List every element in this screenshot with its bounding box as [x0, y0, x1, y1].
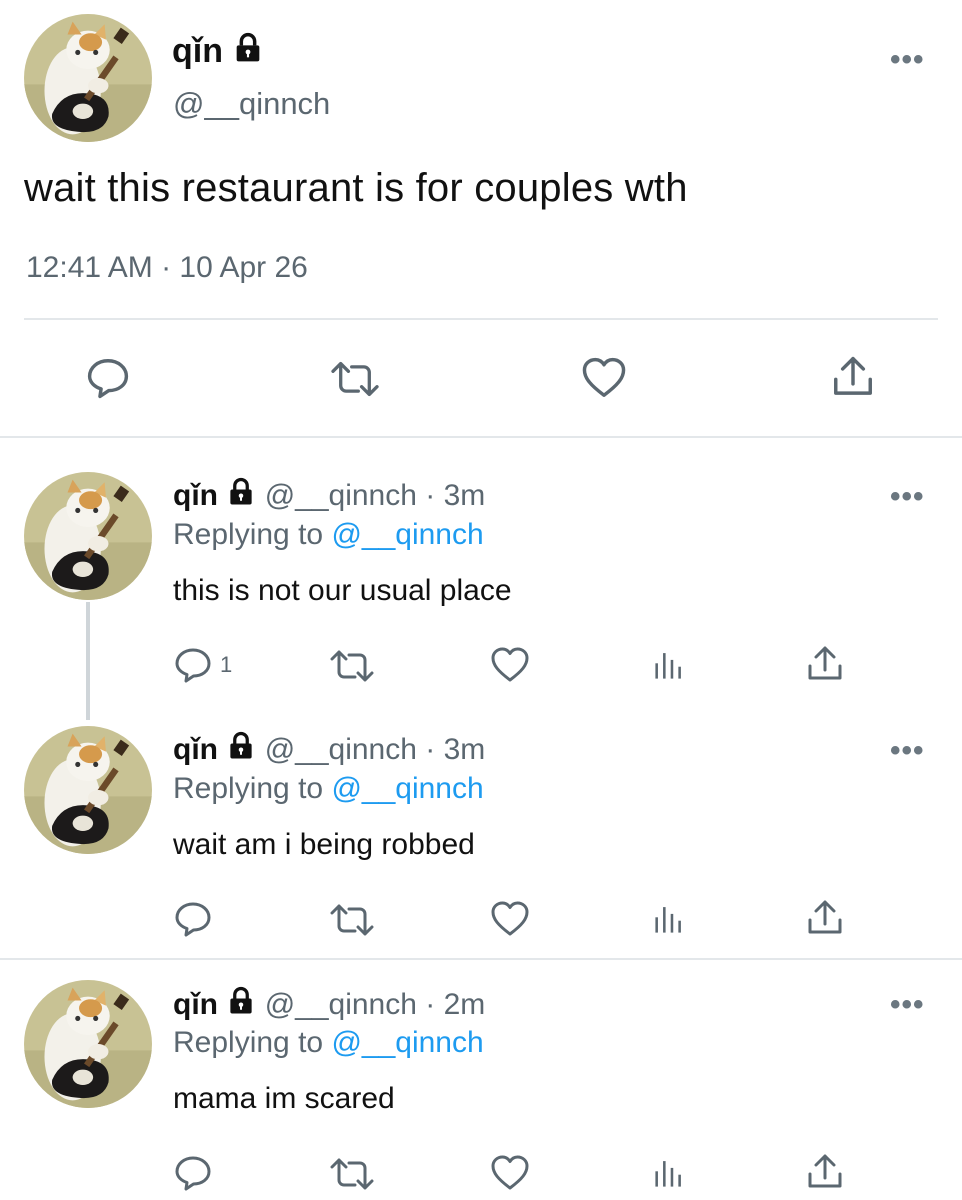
- mention-link[interactable]: @__qinnch: [331, 1026, 483, 1059]
- reply-count: 1: [220, 652, 233, 677]
- lock-icon: [226, 477, 256, 507]
- reply-text: this is not our usual place: [173, 574, 512, 607]
- stats-icon[interactable]: [652, 900, 686, 938]
- avatar[interactable]: [24, 14, 152, 142]
- display-name[interactable]: qǐn: [173, 988, 218, 1021]
- avatar[interactable]: [24, 472, 152, 600]
- display-name[interactable]: qǐn: [172, 32, 264, 71]
- replying-label: Replying to: [173, 518, 324, 551]
- handle-time[interactable]: @__qinnch · 3m: [265, 733, 486, 766]
- tweet-text: wait this restaurant is for couples wth: [24, 166, 688, 210]
- reply-text: wait am i being robbed: [173, 828, 475, 861]
- reply-header: qǐn @__qinnch · 3m: [173, 477, 485, 513]
- divider: [24, 318, 938, 320]
- reply-text: mama im scared: [173, 1082, 395, 1115]
- comment-icon[interactable]: [85, 355, 131, 401]
- retweet-icon[interactable]: [330, 357, 380, 401]
- handle-time[interactable]: @__qinnch · 2m: [265, 988, 486, 1021]
- retweet-icon[interactable]: [330, 646, 374, 686]
- like-icon[interactable]: [490, 1153, 530, 1193]
- like-icon[interactable]: [580, 355, 628, 401]
- retweet-icon[interactable]: [330, 1154, 374, 1194]
- divider: [0, 958, 962, 960]
- mention-link[interactable]: @__qinnch: [331, 772, 483, 805]
- timestamp[interactable]: 12:41 AM · 10 Apr 26: [26, 251, 308, 285]
- comment-icon[interactable]: [173, 1153, 213, 1193]
- reply-header: qǐn @__qinnch · 2m: [173, 986, 485, 1022]
- lock-icon: [226, 986, 256, 1016]
- display-name[interactable]: qǐn: [173, 733, 218, 766]
- display-name-text: qǐn: [172, 32, 223, 70]
- handle[interactable]: @__qinnch: [173, 86, 330, 122]
- stats-icon[interactable]: [652, 646, 686, 684]
- reply-header: qǐn @__qinnch · 3m: [173, 731, 485, 767]
- mention-link[interactable]: @__qinnch: [331, 518, 483, 551]
- avatar[interactable]: [24, 726, 152, 854]
- thread-line: [86, 602, 90, 720]
- handle-time[interactable]: @__qinnch · 3m: [265, 479, 486, 512]
- avatar[interactable]: [24, 980, 152, 1108]
- replying-to: Replying to @__qinnch: [173, 772, 484, 806]
- more-options-icon[interactable]: •••: [890, 990, 925, 1020]
- share-icon[interactable]: [805, 644, 845, 684]
- like-icon[interactable]: [490, 645, 530, 685]
- retweet-icon[interactable]: [330, 900, 374, 940]
- replying-label: Replying to: [173, 772, 324, 805]
- lock-icon: [226, 731, 256, 761]
- replying-label: Replying to: [173, 1026, 324, 1059]
- share-icon[interactable]: [805, 1152, 845, 1192]
- like-icon[interactable]: [490, 899, 530, 939]
- more-options-icon[interactable]: •••: [890, 45, 925, 75]
- replying-to: Replying to @__qinnch: [173, 518, 484, 552]
- share-icon[interactable]: [830, 354, 876, 400]
- replying-to: Replying to @__qinnch: [173, 1026, 484, 1060]
- divider: [0, 436, 962, 438]
- more-options-icon[interactable]: •••: [890, 482, 925, 512]
- display-name[interactable]: qǐn: [173, 479, 218, 512]
- lock-icon: [232, 32, 264, 64]
- stats-icon[interactable]: [652, 1154, 686, 1192]
- comment-icon[interactable]: [173, 899, 213, 939]
- more-options-icon[interactable]: •••: [890, 736, 925, 766]
- comment-icon[interactable]: [173, 645, 213, 685]
- share-icon[interactable]: [805, 898, 845, 938]
